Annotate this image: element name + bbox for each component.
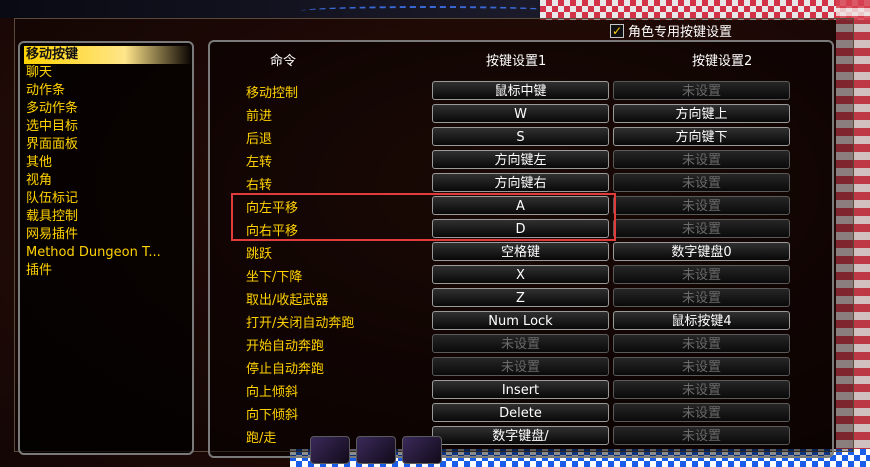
binding1-button[interactable]: D [432,219,609,238]
command-label: 坐下/下降 [246,270,303,285]
category-item[interactable]: 视角 [26,172,52,190]
category-item[interactable]: 队伍标记 [26,190,78,208]
binding1-button[interactable]: Z [432,288,609,307]
category-item[interactable]: 选中目标 [26,118,78,136]
command-label: 右转 [246,178,273,193]
binding2-button[interactable]: 未设置 [613,288,790,307]
category-item[interactable]: 载具控制 [26,208,78,226]
binding1-button[interactable]: 未设置 [432,334,609,353]
command-label: 取出/收起武器 [246,293,329,308]
action-slot-icon [310,436,350,464]
command-label: 打开/关闭自动奔跑 [246,316,355,331]
category-item[interactable]: 插件 [26,262,52,280]
command-label: 左转 [246,155,273,170]
column-header-binding1: 按键设置1 [486,54,547,69]
action-slot-icon [402,436,442,464]
binding1-button[interactable]: A [432,196,609,215]
command-label: 跑/走 [246,431,277,446]
command-label: 跳跃 [246,247,273,262]
column-header-binding2: 按键设置2 [692,54,753,69]
command-label: 移动控制 [246,86,299,101]
binding2-button[interactable]: 未设置 [613,173,790,192]
binding2-button[interactable]: 方向键下 [613,127,790,146]
binding1-button[interactable]: S [432,127,609,146]
category-item[interactable]: 动作条 [26,82,65,100]
command-label: 前进 [246,109,273,124]
category-item[interactable]: 聊天 [26,64,52,82]
binding1-button[interactable]: 鼠标中键 [432,81,609,100]
binding1-button[interactable]: Delete [432,403,609,422]
checkbox-check-icon[interactable]: ✓ [610,23,624,38]
binding2-button[interactable]: 未设置 [613,196,790,215]
top-dashed-decor [300,6,560,16]
binding1-button[interactable]: 方向键左 [432,150,609,169]
binding2-button[interactable]: 未设置 [613,219,790,238]
command-label: 向上倾斜 [246,385,299,400]
category-item[interactable]: 网易插件 [26,226,78,244]
binding1-button[interactable]: 空格键 [432,242,609,261]
checker-decor-top [540,0,870,20]
binding1-button[interactable]: Insert [432,380,609,399]
command-label: 向左平移 [246,201,299,216]
binding2-button[interactable]: 方向键上 [613,104,790,123]
binding2-button[interactable]: 未设置 [613,265,790,284]
command-label: 向右平移 [246,224,299,239]
binding-list: 命令 按键设置1 按键设置2 移动控制 鼠标中键 未设置 前进 W 方向键上 后退 S 方向键下… [208,40,834,458]
binding1-button[interactable]: X [432,265,609,284]
category-item[interactable]: 其他 [26,154,52,172]
command-label: 开始自动奔跑 [246,339,325,354]
binding2-button[interactable]: 未设置 [613,380,790,399]
command-label: 停止自动奔跑 [246,362,325,377]
category-list: 移动按键 聊天 动作条 多动作条 选中目标 界面面板 其他 视角 队伍标记 载具控制 网易插件 Met… [18,41,194,455]
action-slot-icon [356,436,396,464]
binding1-button[interactable]: 未设置 [432,357,609,376]
binding1-button[interactable]: 数字键盘/ [432,426,609,445]
bottom-action-icons [310,436,442,464]
binding2-button[interactable]: 未设置 [613,334,790,353]
binding2-button[interactable]: 未设置 [613,81,790,100]
category-item[interactable]: 移动按键 [24,46,192,64]
binding2-button[interactable]: 鼠标按键4 [613,311,790,330]
role-keybind-label: 角色专用按键设置 [628,25,733,40]
command-label: 后退 [246,132,273,147]
binding1-button[interactable]: W [432,104,609,123]
category-item[interactable]: 多动作条 [26,100,78,118]
binding2-button[interactable]: 数字键盘0 [613,242,790,261]
binding2-button[interactable]: 未设置 [613,426,790,445]
binding2-button[interactable]: 未设置 [613,403,790,422]
command-label: 向下倾斜 [246,408,299,423]
binding2-button[interactable]: 未设置 [613,357,790,376]
role-keybind-toggle[interactable]: ✓ 角色专用按键设置 [610,21,732,40]
binding1-button[interactable]: Num Lock [432,311,609,330]
column-header-command: 命令 [270,54,297,69]
category-item[interactable]: Method Dungeon T... [26,244,161,262]
binding2-button[interactable]: 未设置 [613,150,790,169]
binding1-button[interactable]: 方向键右 [432,173,609,192]
category-item[interactable]: 界面面板 [26,136,78,154]
